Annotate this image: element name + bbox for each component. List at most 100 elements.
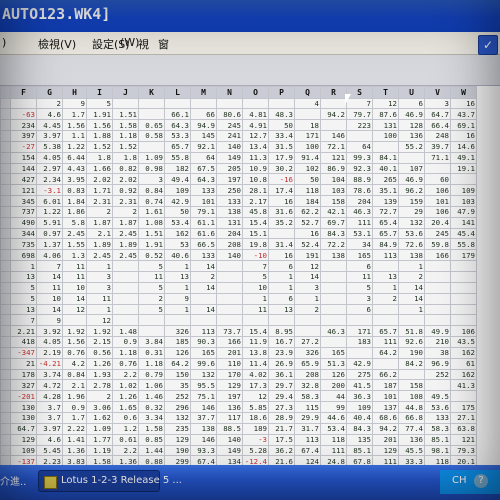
cell[interactable]: 132 xyxy=(190,368,217,381)
cell[interactable]: 87.6 xyxy=(372,108,399,121)
cell[interactable]: 27.1 xyxy=(450,411,477,424)
row-header[interactable] xyxy=(0,368,11,381)
cell[interactable]: 32.8 xyxy=(294,379,321,392)
cell[interactable]: 241 xyxy=(216,130,243,142)
cell[interactable] xyxy=(320,271,347,283)
cell[interactable]: 191 xyxy=(294,249,321,262)
help-icon[interactable]: ? xyxy=(474,474,488,488)
cell[interactable]: 1.02 xyxy=(112,379,139,392)
cell[interactable]: 73.7 xyxy=(216,325,243,338)
cell[interactable] xyxy=(320,292,347,305)
cell[interactable]: 5.8 xyxy=(62,216,87,229)
cell[interactable]: 252 xyxy=(164,390,191,403)
cell[interactable]: 84.9 xyxy=(372,238,399,251)
cell[interactable]: 66.1 xyxy=(164,108,191,121)
column-header[interactable]: L xyxy=(164,86,191,99)
row-header[interactable] xyxy=(0,184,11,197)
cell[interactable]: 75.1 xyxy=(190,390,217,403)
row-header[interactable] xyxy=(0,173,11,186)
cell[interactable]: 121 xyxy=(10,184,37,197)
row-header[interactable] xyxy=(0,390,11,403)
cell[interactable]: 131 xyxy=(372,119,399,132)
cell[interactable]: 3 xyxy=(294,281,321,294)
cell[interactable]: 115 xyxy=(294,401,321,413)
row-header[interactable] xyxy=(0,108,11,121)
cell[interactable]: 77.4 xyxy=(398,422,425,435)
cell[interactable]: 1.87 xyxy=(112,216,139,229)
cell[interactable] xyxy=(190,292,217,305)
cell[interactable]: 1.7 xyxy=(62,411,87,424)
cell[interactable]: 1.66 xyxy=(86,162,113,175)
cell[interactable] xyxy=(112,271,139,283)
cell[interactable]: 64.2 xyxy=(372,346,399,359)
cell[interactable]: 43.5 xyxy=(450,336,477,348)
cell[interactable] xyxy=(424,260,451,272)
cell[interactable]: 2.31 xyxy=(112,195,139,207)
cell[interactable]: 129 xyxy=(372,444,399,457)
cell[interactable]: 189 xyxy=(242,422,269,435)
cell[interactable] xyxy=(294,325,321,338)
cell[interactable]: 135 xyxy=(346,433,373,446)
cell[interactable] xyxy=(112,303,139,316)
cell[interactable]: 2.45 xyxy=(62,227,87,240)
cell[interactable]: 1.86 xyxy=(62,205,87,218)
cell[interactable]: 1.87 xyxy=(86,216,113,229)
cell[interactable]: 52.4 xyxy=(294,238,321,251)
cell[interactable]: 129 xyxy=(10,433,37,446)
cell[interactable]: 92.6 xyxy=(398,336,425,348)
cell[interactable]: 4.02 xyxy=(242,368,269,381)
cell[interactable]: 159 xyxy=(398,195,425,207)
cell[interactable]: 2.17 xyxy=(242,195,269,207)
cell[interactable] xyxy=(424,314,451,327)
cell[interactable]: 1.3 xyxy=(62,249,87,262)
cell[interactable]: 29.4 xyxy=(268,390,295,403)
cell[interactable]: 29 xyxy=(398,205,425,218)
cell[interactable]: 66.5 xyxy=(190,238,217,251)
cell[interactable]: 0.31 xyxy=(138,346,165,359)
cell[interactable]: 162 xyxy=(450,368,477,381)
cell[interactable] xyxy=(450,260,477,272)
cell[interactable] xyxy=(294,314,321,327)
cell[interactable] xyxy=(424,271,451,283)
cell[interactable]: 11.9 xyxy=(242,336,269,348)
cell[interactable]: 101 xyxy=(424,195,451,207)
cell[interactable] xyxy=(320,314,347,327)
cell[interactable]: 40.6 xyxy=(164,249,191,262)
cell[interactable]: 44 xyxy=(320,390,347,403)
cell[interactable]: 71.1 xyxy=(424,151,451,164)
cell[interactable]: 0.6 xyxy=(112,411,139,424)
cell[interactable]: 141 xyxy=(450,216,477,229)
cell[interactable]: 3.84 xyxy=(138,336,165,348)
cell[interactable]: 146 xyxy=(190,433,217,446)
spreadsheet-grid[interactable]: F G H I J K L M N O P Q R S T U V W 2 9 5 4 7 12 6 3 16 -63 4.6 1.7 1.… xyxy=(0,86,500,466)
cell[interactable]: 1.1 xyxy=(62,130,87,142)
cell[interactable]: 179 xyxy=(450,249,477,262)
cell[interactable]: 2 xyxy=(112,205,139,218)
row-header[interactable] xyxy=(0,238,11,251)
cell[interactable]: 0.56 xyxy=(86,346,113,359)
row-header[interactable] xyxy=(0,97,11,110)
cell[interactable]: 79.1 xyxy=(190,205,217,218)
cell[interactable]: 326 xyxy=(164,325,191,338)
cell[interactable]: 1.91 xyxy=(86,108,113,121)
cell[interactable]: 99.3 xyxy=(346,151,373,164)
row-header[interactable] xyxy=(0,336,11,348)
cell[interactable]: 344 xyxy=(10,227,37,240)
cell[interactable]: 33.4 xyxy=(268,130,295,142)
cell[interactable]: 4.28 xyxy=(36,390,63,403)
corner-cell[interactable] xyxy=(0,86,11,99)
cell[interactable]: 35.1 xyxy=(372,184,399,197)
cell[interactable]: 2.45 xyxy=(112,249,139,262)
cell[interactable]: 118 xyxy=(320,433,347,446)
cell[interactable]: 235 xyxy=(164,422,191,435)
cell[interactable]: 5 xyxy=(138,281,165,294)
cell[interactable] xyxy=(190,314,217,327)
cell[interactable]: 88.5 xyxy=(216,422,243,435)
cell[interactable]: 735 xyxy=(10,238,37,251)
cell[interactable]: 12 xyxy=(372,97,399,110)
cell[interactable]: 0.97 xyxy=(36,227,63,240)
cell[interactable]: 4.6 xyxy=(36,108,63,121)
cell[interactable]: 1.56 xyxy=(62,119,87,132)
cell[interactable]: 2 xyxy=(190,271,217,283)
cell[interactable]: 41.5 xyxy=(346,379,373,392)
